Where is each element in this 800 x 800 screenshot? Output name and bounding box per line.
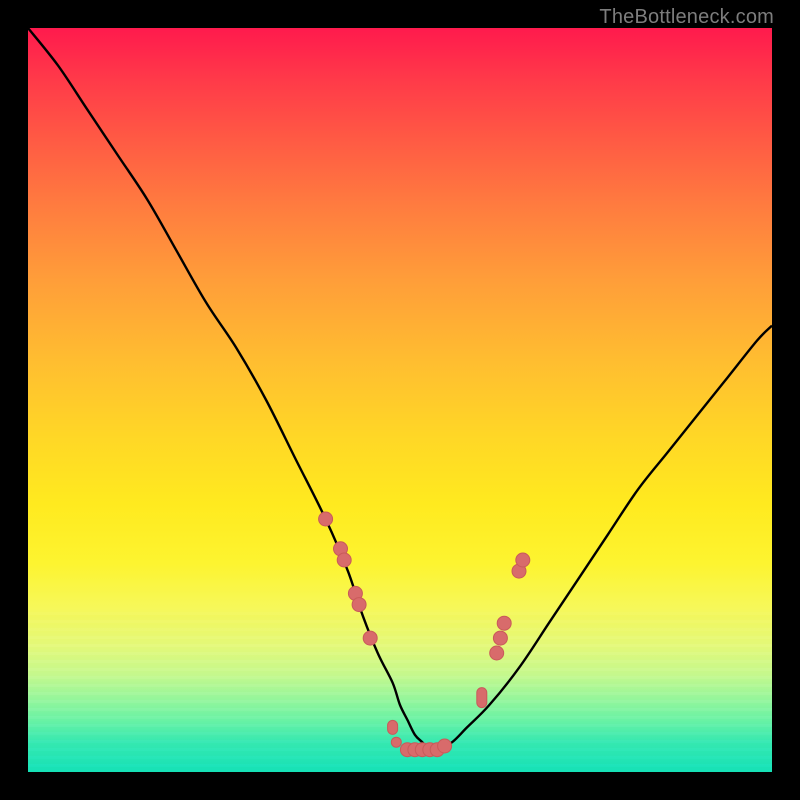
bottom-bands — [28, 612, 772, 772]
chart-frame: TheBottleneck.com — [0, 0, 800, 800]
watermark-text: TheBottleneck.com — [599, 6, 774, 29]
gradient-panel — [28, 28, 772, 772]
